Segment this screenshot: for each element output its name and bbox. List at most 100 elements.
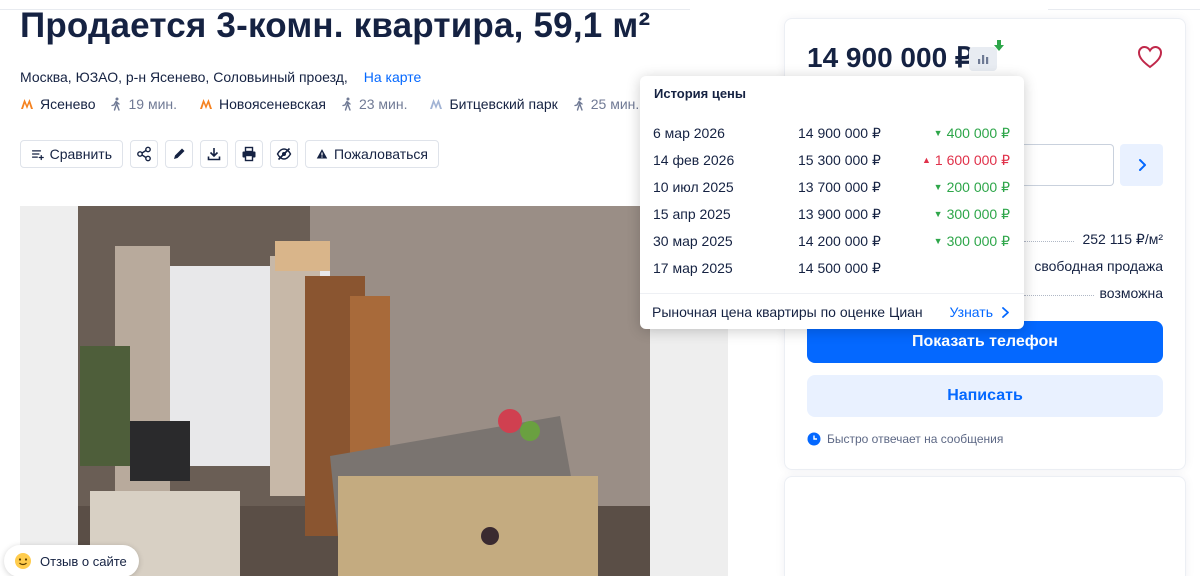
history-change: ▼ 400 000 ₽	[934, 125, 1010, 142]
room-photo-illustration	[20, 206, 728, 576]
price: 14 900 000 ₽	[807, 42, 973, 73]
price-history-list: 6 мар 2026 14 900 000 ₽ ▼ 400 000 ₽ 14 фе…	[640, 120, 1024, 282]
price-history-row: 6 мар 2026 14 900 000 ₽ ▼ 400 000 ₽	[640, 120, 1024, 147]
history-change: ▼ 200 000 ₽	[934, 179, 1010, 196]
price-history-title: История цены	[654, 86, 747, 101]
price-history-row: 10 июл 2025 13 700 000 ₽ ▼ 200 000 ₽	[640, 174, 1024, 201]
history-date: 30 мар 2025	[653, 233, 733, 249]
price-history-row: 17 мар 2025 14 500 000 ₽	[640, 255, 1024, 282]
printer-icon	[242, 146, 256, 162]
metro-name: Битцевский парк	[449, 96, 558, 112]
history-change: ▲ 1 600 000 ₽	[922, 152, 1010, 169]
metro-time: 23 мин.	[358, 96, 408, 112]
metro-time: 25 мин.	[590, 96, 640, 112]
print-button[interactable]	[235, 140, 263, 168]
history-change-value: 300 000 ₽	[946, 206, 1010, 222]
mortgage-status: возможна	[1099, 285, 1163, 301]
feedback-label: Отзыв о сайте	[40, 553, 127, 569]
hide-button[interactable]	[270, 140, 298, 168]
share-button[interactable]	[130, 140, 158, 168]
increase-triangle-icon: ▲	[921, 155, 931, 165]
metro-item[interactable]: Битцевский парк 25 мин.	[429, 96, 639, 112]
secondary-card	[784, 476, 1186, 576]
chevron-right-icon	[1002, 306, 1009, 318]
map-link[interactable]: На карте	[364, 69, 422, 85]
history-change: ▼ 300 000 ₽	[934, 233, 1010, 250]
metro-icon	[430, 99, 443, 109]
history-price: 14 200 000 ₽	[798, 233, 881, 249]
price-history-row: 14 фев 2026 15 300 000 ₽ ▲ 1 600 000 ₽	[640, 147, 1024, 174]
leader-dots	[1024, 295, 1094, 296]
market-price-link[interactable]: Узнать	[950, 304, 1010, 320]
walk-icon	[342, 97, 351, 111]
smile-icon	[15, 553, 31, 569]
metro-name: Ясенево	[40, 96, 96, 112]
divider	[640, 293, 1024, 294]
decrease-triangle-icon: ▼	[933, 128, 943, 138]
main-photo[interactable]	[20, 206, 728, 576]
decrease-triangle-icon: ▼	[933, 236, 943, 246]
address: Москва, ЮЗАО, р-н Ясенево, Соловьиный пр…	[20, 69, 421, 85]
history-date: 14 фев 2026	[653, 152, 735, 168]
history-date: 17 мар 2025	[653, 260, 733, 276]
history-change: ▼ 300 000 ₽	[934, 206, 1010, 223]
mortgage-input[interactable]	[1010, 144, 1114, 186]
eye-off-icon	[276, 147, 292, 161]
metro-item[interactable]: Новоясеневская 23 мин.	[199, 96, 407, 112]
decrease-triangle-icon: ▼	[933, 209, 943, 219]
reply-note: Быстро отвечает на сообщения	[807, 432, 1003, 446]
market-price-link-label: Узнать	[949, 304, 993, 320]
walk-icon	[111, 97, 121, 111]
download-icon	[207, 148, 221, 161]
page-title: Продается 3-комн. квартира, 59,1 м²	[20, 6, 651, 45]
history-date: 6 мар 2026	[653, 125, 725, 141]
price-per-m2: 252 115 ₽/м²	[1082, 231, 1163, 247]
history-change-value: 300 000 ₽	[946, 233, 1010, 249]
complain-button[interactable]: Пожаловаться	[305, 140, 439, 168]
compare-label: Сравнить	[49, 146, 112, 162]
price-history-row: 15 апр 2025 13 900 000 ₽ ▼ 300 000 ₽	[640, 201, 1024, 228]
reply-note-text: Быстро отвечает на сообщения	[827, 432, 1004, 446]
pencil-icon	[174, 148, 185, 159]
share-icon	[137, 146, 151, 162]
history-price: 14 500 000 ₽	[798, 260, 881, 276]
history-price: 15 300 000 ₽	[798, 152, 881, 168]
walk-icon	[574, 97, 583, 111]
metro-item[interactable]: Ясенево 19 мин.	[20, 96, 177, 112]
compare-button[interactable]: Сравнить	[20, 140, 123, 168]
metro-name: Новоясеневская	[219, 96, 326, 112]
next-button[interactable]	[1120, 144, 1163, 186]
market-price-text: Рыночная цена квартиры по оценке Циан	[652, 304, 923, 320]
clock-icon	[807, 432, 821, 446]
history-change-value: 1 600 000 ₽	[934, 152, 1010, 168]
warning-icon	[316, 149, 328, 159]
address-text: Москва, ЮЗАО, р-н Ясенево, Соловьиный пр…	[20, 69, 348, 85]
complain-label: Пожаловаться	[333, 146, 428, 162]
chevron-right-icon	[1138, 159, 1146, 171]
history-price: 13 700 000 ₽	[798, 179, 881, 195]
history-change-value: 400 000 ₽	[946, 125, 1010, 141]
favorite-heart-icon[interactable]	[1137, 45, 1163, 69]
download-button[interactable]	[200, 140, 228, 168]
metro-list: Ясенево 19 мин. Новоясеневская 23 мин. Б…	[20, 95, 661, 113]
price-down-arrow-icon	[994, 40, 1004, 51]
leader-dots	[1024, 241, 1074, 242]
compare-icon	[31, 150, 44, 161]
price-history-row: 30 мар 2025 14 200 000 ₽ ▼ 300 000 ₽	[640, 228, 1024, 255]
note-button[interactable]	[165, 140, 193, 168]
price-history-popup: История цены 6 мар 2026 14 900 000 ₽ ▼ 40…	[640, 76, 1024, 329]
decrease-triangle-icon: ▼	[933, 182, 943, 192]
feedback-button[interactable]: Отзыв о сайте	[4, 545, 139, 576]
history-price: 13 900 000 ₽	[798, 206, 881, 222]
metro-icon	[21, 99, 33, 109]
sale-type: свободная продажа	[1034, 258, 1163, 274]
history-change-value: 200 000 ₽	[946, 179, 1010, 195]
history-date: 15 апр 2025	[653, 206, 731, 222]
metro-time: 19 мин.	[128, 96, 178, 112]
write-message-button[interactable]: Написать	[807, 375, 1163, 417]
history-price: 14 900 000 ₽	[798, 125, 881, 141]
action-toolbar: Сравнить Пожаловаться	[20, 140, 439, 168]
history-date: 10 июл 2025	[653, 179, 734, 195]
metro-icon	[200, 99, 213, 109]
bar-chart-icon	[978, 55, 989, 64]
